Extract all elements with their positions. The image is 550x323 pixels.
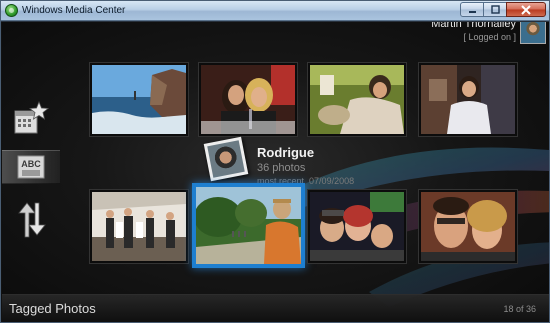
tag-name: Rodrigue (257, 145, 315, 160)
photo-count: 36 photos (257, 162, 306, 174)
photo-group-tent (92, 192, 186, 261)
footer-bar: Tagged Photos 18 of 36 (2, 294, 549, 322)
photo-selfie (421, 192, 515, 261)
window: Windows Media Center Martin Thornalley [… (0, 0, 550, 323)
maximize-button[interactable] (483, 2, 507, 17)
photo-thumbnail[interactable] (308, 63, 406, 136)
tag-info: Rodrigue 36 photos most recent 07/09/200… (257, 145, 354, 186)
close-icon (521, 4, 531, 15)
maximize-icon (490, 5, 500, 14)
minimize-button[interactable] (460, 2, 484, 17)
photo-thumbnail[interactable] (90, 63, 188, 136)
calendar-star-icon (14, 101, 50, 134)
close-button[interactable] (506, 2, 546, 17)
abc-sort-icon: ABC (17, 155, 45, 179)
photo-thumbnail[interactable] (419, 190, 517, 263)
most-recent-date: 07/09/2008 (309, 176, 355, 186)
person-thumbnail (203, 136, 249, 182)
section-title: Tagged Photos (9, 301, 96, 316)
pagination-counter: 18 of 36 (503, 304, 536, 314)
photo-picnic (310, 65, 404, 134)
photo-thumbnail[interactable] (308, 190, 406, 263)
sort-arrows-icon (18, 202, 46, 238)
photo-thumbnail-selected[interactable] (192, 183, 305, 268)
window-title: Windows Media Center (22, 5, 126, 16)
window-controls (460, 2, 546, 18)
media-center-content: Martin Thornalley [ Logged on ] ABC Rodr… (2, 22, 549, 322)
photo-dinner (201, 65, 295, 134)
user-info[interactable]: Martin Thornalley [ Logged on ] (431, 22, 516, 42)
person-thumbnail-image (207, 140, 245, 178)
nav-item-name[interactable]: ABC (2, 150, 60, 184)
abc-label: ABC (21, 159, 41, 169)
user-name: Martin Thornalley (431, 22, 516, 30)
photo-party (310, 192, 404, 261)
photo-coast (92, 65, 186, 134)
photo-room (421, 65, 515, 134)
nav-item-sort[interactable] (2, 196, 60, 242)
user-status: [ Logged on ] (463, 32, 516, 42)
photo-thumbnail[interactable] (419, 63, 517, 136)
title-bar[interactable]: Windows Media Center (1, 1, 549, 21)
photo-thumbnail[interactable] (90, 190, 188, 263)
avatar[interactable] (520, 22, 546, 44)
nav-item-date[interactable] (2, 98, 60, 140)
photo-park (196, 187, 301, 264)
minimize-icon (468, 11, 476, 13)
photo-thumbnail[interactable] (199, 63, 297, 136)
media-center-icon (5, 4, 18, 17)
